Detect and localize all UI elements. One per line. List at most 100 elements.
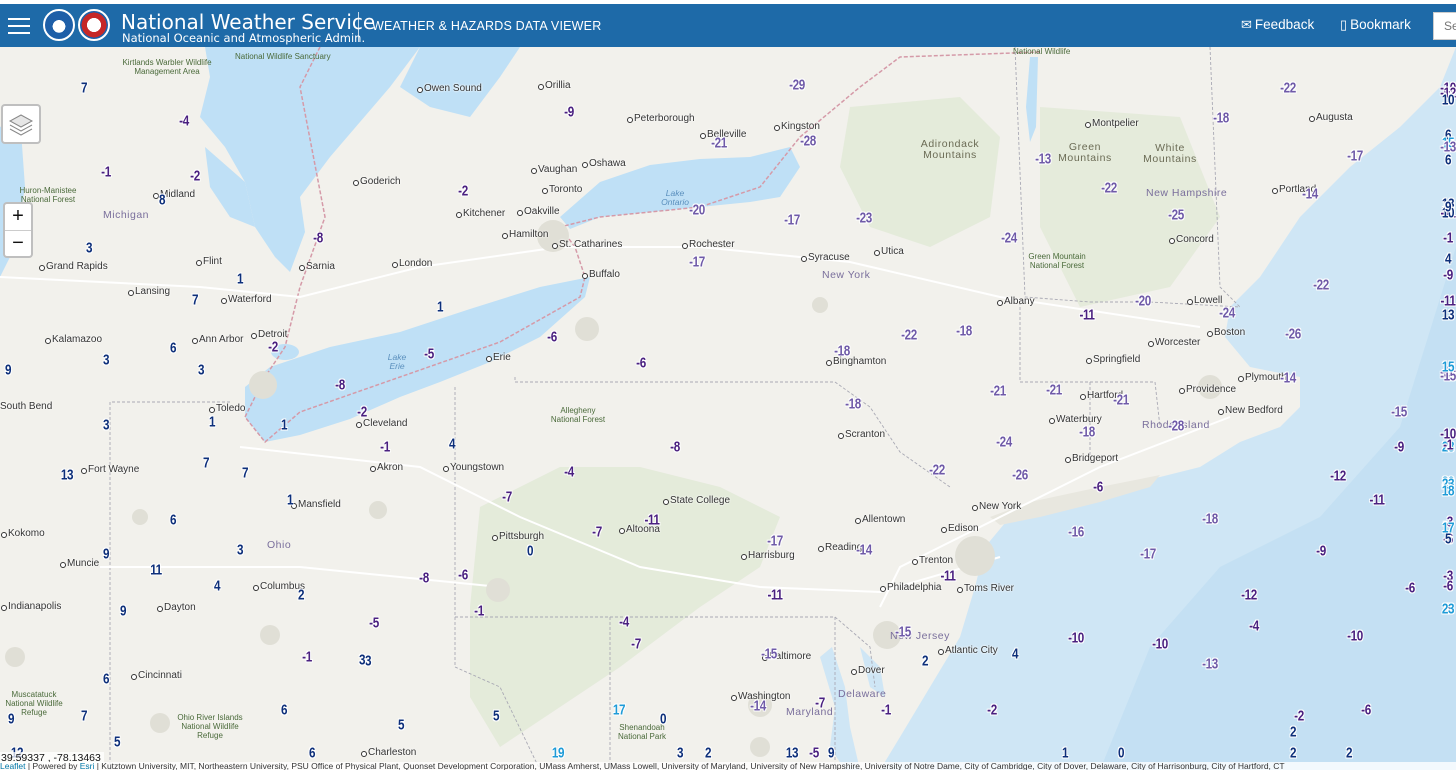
temperature-label[interactable]: 10: [1442, 91, 1455, 108]
temperature-label[interactable]: -20: [689, 202, 705, 219]
temperature-label[interactable]: -17: [1141, 546, 1157, 563]
hamburger-icon[interactable]: [8, 13, 30, 37]
temperature-label[interactable]: 5: [114, 734, 121, 751]
temperature-label[interactable]: -5: [809, 745, 819, 762]
temperature-label[interactable]: 9: [103, 546, 110, 563]
temperature-label[interactable]: 7: [192, 291, 199, 308]
temperature-label[interactable]: 1: [1062, 745, 1069, 762]
temperature-label[interactable]: 13: [61, 466, 74, 483]
temperature-label[interactable]: -24: [1001, 230, 1017, 247]
temperature-label[interactable]: -17: [767, 532, 783, 549]
temperature-label[interactable]: 9: [1445, 199, 1452, 216]
temperature-label[interactable]: 0: [527, 543, 534, 560]
temperature-label[interactable]: 6: [1445, 152, 1452, 169]
temperature-label[interactable]: -21: [1046, 381, 1062, 398]
temperature-label[interactable]: 6: [309, 745, 316, 762]
temperature-label[interactable]: -6: [458, 566, 468, 583]
temperature-label[interactable]: -8: [419, 569, 429, 586]
temperature-label[interactable]: 6: [170, 340, 177, 357]
temperature-label[interactable]: -15: [895, 624, 911, 641]
temperature-label[interactable]: -16: [1068, 524, 1084, 541]
temperature-label[interactable]: 4: [1012, 646, 1019, 663]
temperature-label[interactable]: 3: [359, 651, 366, 668]
temperature-label[interactable]: 3: [237, 541, 244, 558]
temperature-label[interactable]: -14: [1280, 369, 1296, 386]
temperature-label[interactable]: -1: [1443, 230, 1453, 247]
temperature-label[interactable]: 1: [209, 413, 216, 430]
temperature-label[interactable]: -9: [1394, 438, 1404, 455]
temperature-label[interactable]: 1: [281, 416, 288, 433]
temperature-label[interactable]: -1: [101, 163, 111, 180]
temperature-label[interactable]: -2: [458, 183, 468, 200]
temperature-label[interactable]: 3: [86, 240, 93, 257]
temperature-label[interactable]: -17: [1347, 147, 1363, 164]
zoom-out-button[interactable]: −: [5, 231, 31, 257]
temperature-label[interactable]: -10: [1068, 629, 1084, 646]
temperature-label[interactable]: -6: [1093, 478, 1103, 495]
temperature-label[interactable]: -8: [335, 377, 345, 394]
temperature-label[interactable]: -2: [268, 338, 278, 355]
temperature-label[interactable]: -14: [750, 697, 766, 714]
temperature-label[interactable]: -2: [358, 403, 368, 420]
temperature-label[interactable]: 2: [705, 744, 712, 761]
temperature-label[interactable]: -9: [1443, 266, 1453, 283]
temperature-label[interactable]: -18: [1213, 109, 1229, 126]
zoom-in-button[interactable]: +: [5, 204, 31, 231]
temperature-label[interactable]: -24: [996, 434, 1012, 451]
temperature-label[interactable]: -5: [369, 615, 379, 632]
temperature-label[interactable]: -22: [901, 327, 917, 344]
temperature-label[interactable]: -4: [1250, 618, 1260, 635]
temperature-label[interactable]: -6: [636, 355, 646, 372]
temperature-label[interactable]: 2: [1346, 745, 1353, 762]
temperature-label[interactable]: 6: [103, 671, 110, 688]
temperature-label[interactable]: -22: [1313, 277, 1329, 294]
temperature-label[interactable]: -15: [1391, 403, 1407, 420]
bookmark-button[interactable]: ▯ Bookmark: [1340, 17, 1411, 33]
leaflet-link[interactable]: Leaflet: [0, 762, 26, 770]
temperature-label[interactable]: 7: [242, 465, 249, 482]
temperature-label[interactable]: -22: [929, 462, 945, 479]
temperature-label[interactable]: -13: [1035, 150, 1051, 167]
temperature-label[interactable]: -4: [564, 463, 574, 480]
map-view[interactable]: Orillia Owen Sound Peterborough Bellevil…: [0, 47, 1456, 770]
temperature-label[interactable]: -10: [1347, 628, 1363, 645]
temperature-label[interactable]: 15: [1442, 359, 1455, 376]
temperature-label[interactable]: -25: [1168, 206, 1184, 223]
temperature-label[interactable]: -14: [1302, 186, 1318, 203]
temperature-label[interactable]: 3: [365, 653, 372, 670]
layers-button[interactable]: [1, 104, 41, 144]
temperature-label[interactable]: 6: [170, 512, 177, 529]
temperature-label[interactable]: 2: [922, 653, 929, 670]
temperature-label[interactable]: 6: [281, 701, 288, 718]
temperature-label[interactable]: 4: [449, 435, 456, 452]
temperature-label[interactable]: -18: [1079, 424, 1095, 441]
temperature-label[interactable]: -26: [1286, 325, 1302, 342]
temperature-label[interactable]: -8: [313, 230, 323, 247]
temperature-label[interactable]: -9: [1316, 543, 1326, 560]
temperature-label[interactable]: 4: [1445, 250, 1452, 267]
temperature-label[interactable]: 7: [203, 455, 210, 472]
temperature-label[interactable]: 13: [786, 745, 799, 762]
temperature-label[interactable]: 11: [150, 562, 162, 579]
temperature-label[interactable]: 18: [1442, 482, 1455, 499]
temperature-label[interactable]: -2: [190, 168, 200, 185]
temperature-label[interactable]: -1: [1443, 437, 1453, 454]
temperature-label[interactable]: -21: [990, 382, 1006, 399]
temperature-label[interactable]: -17: [784, 212, 800, 229]
temperature-label[interactable]: -18: [957, 322, 973, 339]
temperature-label[interactable]: 3: [103, 416, 110, 433]
temperature-label[interactable]: 5: [493, 707, 500, 724]
temperature-label[interactable]: 2: [1290, 745, 1297, 762]
temperature-label[interactable]: 23: [1442, 600, 1455, 617]
temperature-label[interactable]: 1: [237, 271, 244, 288]
temperature-label[interactable]: -7: [592, 524, 602, 541]
feedback-button[interactable]: ✉ Feedback: [1241, 17, 1314, 33]
temperature-label[interactable]: -10: [1152, 635, 1168, 652]
temperature-label[interactable]: -6: [1361, 701, 1371, 718]
temperature-label[interactable]: -26: [1012, 466, 1028, 483]
temperature-label[interactable]: -4: [620, 613, 630, 630]
temperature-label[interactable]: -5: [424, 346, 434, 363]
temperature-label[interactable]: 3: [198, 362, 205, 379]
temperature-label[interactable]: -2: [1294, 707, 1304, 724]
temperature-label[interactable]: -21: [711, 134, 727, 151]
